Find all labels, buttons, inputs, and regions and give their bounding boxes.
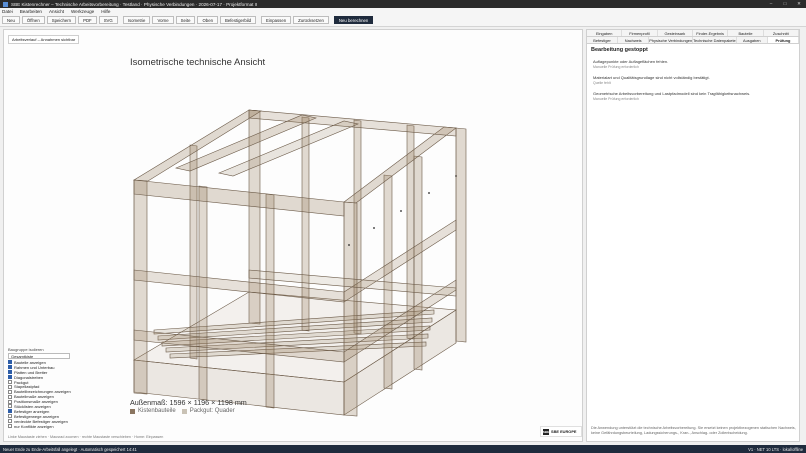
fastener-view-button[interactable]: Befestigerbild bbox=[219, 16, 257, 24]
tab-zuschnitt[interactable]: Zuschnitt bbox=[764, 30, 799, 36]
minimize-button[interactable]: – bbox=[764, 1, 778, 7]
view-side-button[interactable]: Seite bbox=[175, 16, 196, 24]
check-message: Materialart und Qualitätsgrundlage sind … bbox=[593, 75, 793, 85]
crate-member bbox=[133, 179, 345, 217]
checkbox-icon[interactable] bbox=[8, 399, 12, 404]
logo-mark-icon: SBE bbox=[542, 428, 550, 435]
layer-panel: Baugruppe isolieren Gesamtkiste Bauteile… bbox=[8, 347, 74, 429]
isometric-crate-drawing[interactable] bbox=[4, 30, 584, 443]
checkbox-icon[interactable] bbox=[8, 380, 12, 384]
tab-finder-ergebnis[interactable]: Finder-Ergebnis bbox=[693, 30, 729, 36]
tab-firmenprofil[interactable]: Firmenprofil bbox=[622, 30, 658, 36]
checkbox-icon[interactable] bbox=[8, 375, 12, 380]
save-button[interactable]: Speichern bbox=[46, 16, 77, 24]
fastener-marker[interactable] bbox=[428, 192, 430, 194]
tab-row-top: Eingaben Firmenprofil Gesteinsark Finder-Er… bbox=[587, 30, 799, 37]
check-message-text: Auflagepunkte oder Auflageflächen fehlen… bbox=[593, 59, 669, 64]
reset-button[interactable]: Zurücksetzen bbox=[293, 16, 329, 24]
fastener-marker[interactable] bbox=[400, 210, 402, 212]
checkbox-icon[interactable] bbox=[8, 409, 12, 414]
recalculate-button[interactable]: Neu berechnen bbox=[333, 16, 374, 24]
crate-member bbox=[133, 179, 148, 395]
crate-member bbox=[413, 155, 423, 371]
checkbox-icon[interactable] bbox=[8, 389, 12, 394]
tab-befestiger[interactable]: Befestiger bbox=[587, 37, 619, 43]
toolbar: Neu Öffnen Speichern PDF SVG Isometrie V… bbox=[0, 14, 806, 27]
company-logo: SBE SBE EUROPE bbox=[540, 426, 582, 437]
status-left: Neuer Ende zu Ende-Arbeitsfall angelegt … bbox=[3, 446, 137, 452]
menu-hilfe[interactable]: Hilfe bbox=[101, 9, 110, 14]
panel-heading: Bearbeitung gestoppt bbox=[591, 47, 648, 53]
checkbox-icon[interactable] bbox=[8, 360, 12, 365]
window-controls: – □ ✕ bbox=[764, 1, 806, 7]
fastener-marker[interactable] bbox=[348, 244, 350, 246]
pdf-button[interactable]: PDF bbox=[78, 16, 97, 24]
legend-label-parts: Kistenbauteile bbox=[138, 408, 176, 414]
checkbox-icon[interactable] bbox=[8, 419, 12, 424]
outer-dimensions: Außenmaß: 1596 × 1196 × 1198 mm bbox=[130, 398, 247, 407]
checkbox-icon[interactable] bbox=[8, 384, 12, 389]
new-button[interactable]: Neu bbox=[2, 16, 20, 24]
checkbox-icon[interactable] bbox=[8, 370, 12, 375]
tab-row-bottom: Befestiger Nachweis Physische Verbindungen… bbox=[587, 37, 799, 44]
checkbox-icon[interactable] bbox=[8, 365, 12, 370]
legend-swatch-parts bbox=[130, 408, 135, 414]
tab-bauteile[interactable]: Bauteile bbox=[728, 30, 764, 36]
menu-ansicht[interactable]: Ansicht bbox=[49, 9, 64, 14]
menu-datei[interactable]: Datei bbox=[2, 9, 13, 14]
legend: Kistenbauteile Packgut: Quader bbox=[130, 408, 235, 414]
tab-ausgaben[interactable]: Ausgaben bbox=[737, 37, 768, 43]
tab-gesteinsark[interactable]: Gesteinsark bbox=[658, 30, 693, 36]
tab-prüfung[interactable]: Prüfung bbox=[767, 37, 799, 43]
side-panel: Eingaben Firmenprofil Gesteinsark Finder-Er… bbox=[586, 29, 800, 442]
crate-member bbox=[133, 269, 345, 303]
crate-member bbox=[198, 185, 208, 401]
view-top-button[interactable]: Oben bbox=[197, 16, 218, 24]
status-bar: Neuer Ende zu Ende-Arbeitsfall angelegt … bbox=[0, 445, 806, 453]
tab-eingaben[interactable]: Eingaben bbox=[587, 30, 623, 36]
open-button[interactable]: Öffnen bbox=[21, 16, 45, 24]
maximize-button[interactable]: □ bbox=[778, 1, 792, 7]
svg-button[interactable]: SVG bbox=[98, 16, 118, 24]
close-button[interactable]: ✕ bbox=[792, 1, 806, 7]
checkbox-icon[interactable] bbox=[8, 404, 12, 409]
crate-member bbox=[455, 127, 467, 343]
fit-button[interactable]: Einpassen bbox=[261, 16, 292, 24]
logo-text: SBE EUROPE bbox=[551, 429, 577, 434]
checkbox-icon[interactable] bbox=[8, 394, 12, 399]
legend-swatch-goods bbox=[181, 408, 187, 414]
view-isometric-button[interactable]: Isometrie bbox=[122, 16, 151, 24]
check-message-text: Materialart und Qualitätsgrundlage sind … bbox=[593, 75, 710, 80]
check-message-source: Manuelle Prüfung erforderlich bbox=[593, 97, 639, 101]
disclaimer: Die Anwendung unterstützt die technische… bbox=[591, 426, 796, 436]
drawing-canvas[interactable]: Arbeitsverlauf – Annahmen sichtbar Isome… bbox=[3, 29, 583, 442]
check-message: Geometrische Arbeitsvorbereitung und Las… bbox=[593, 91, 793, 101]
checkbox-icon[interactable] bbox=[8, 424, 12, 429]
legend-label-goods: Packgut: Quader bbox=[189, 408, 235, 414]
status-right: V1 · NET 10 LTS · lokal/offline bbox=[748, 446, 803, 452]
crate-member bbox=[343, 201, 358, 417]
menu-werkzeuge[interactable]: Werkzeuge bbox=[71, 9, 94, 14]
layer-toggle-label: nur Konflikte anzeigen bbox=[14, 423, 54, 429]
layer-toggle[interactable]: nur Konflikte anzeigen bbox=[8, 424, 74, 429]
check-message-source: Quelle fehlt bbox=[593, 81, 611, 85]
tab-nachweis[interactable]: Nachweis bbox=[618, 37, 650, 43]
layer-panel-title: Baugruppe isolieren bbox=[8, 347, 44, 352]
check-message-text: Geometrische Arbeitsvorbereitung und Las… bbox=[593, 91, 751, 96]
crate-member bbox=[265, 193, 275, 409]
menu-bearbeiten[interactable]: Bearbeiten bbox=[20, 9, 42, 14]
fastener-marker[interactable] bbox=[373, 227, 375, 229]
tab-technische-datenpakete[interactable]: Technische Datenpakete bbox=[693, 37, 737, 43]
assembly-select[interactable]: Gesamtkiste bbox=[8, 353, 70, 359]
checkbox-icon[interactable] bbox=[8, 414, 12, 419]
app-logo-icon bbox=[3, 1, 8, 7]
title-bar: SBE Kistenrechner – Technische Arbeitsvo… bbox=[0, 0, 806, 8]
check-message: Auflagepunkte oder Auflageflächen fehlen… bbox=[593, 59, 793, 69]
window-title: SBE Kistenrechner – Technische Arbeitsvo… bbox=[11, 1, 258, 7]
navigation-hint: Linke Maustaste ziehen · Mausrad zoomen … bbox=[8, 435, 164, 439]
view-front-button[interactable]: Vorne bbox=[152, 16, 174, 24]
tab-physische-verbindungen[interactable]: Physische Verbindungen bbox=[649, 37, 694, 43]
check-message-source: Manuelle Prüfung erforderlich bbox=[593, 65, 639, 69]
